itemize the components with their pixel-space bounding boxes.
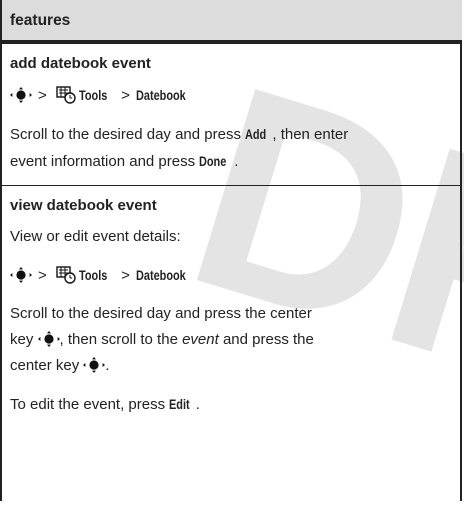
path-separator: > <box>38 267 47 284</box>
text-run: and press the <box>218 331 314 348</box>
text-run: . <box>105 357 110 374</box>
edit-instruction: To edit the event, press Edit. <box>10 391 454 418</box>
key-label-edit: Edit <box>169 396 190 412</box>
text-run: , then enter <box>272 126 349 143</box>
text-run: event information and press <box>10 153 200 170</box>
section-add-datebook-event: add datebook event > Tools > Datebook Scro… <box>2 44 462 185</box>
section-title: view datebook event <box>10 197 157 214</box>
emphasis-event: event <box>182 331 219 348</box>
path-tools: Tools <box>78 267 108 283</box>
path-separator: > <box>121 87 130 104</box>
path-datebook: Datebook <box>135 267 186 283</box>
text-run: . <box>234 153 239 170</box>
tools-icon <box>56 86 76 104</box>
instruction-text: Scroll to the desired day and press the … <box>10 301 454 379</box>
table-header: features <box>2 0 462 44</box>
nav-key-icon <box>10 266 32 283</box>
nav-key-icon <box>83 356 106 373</box>
text-run: Scroll to the desired day and press the … <box>10 305 312 322</box>
path-separator: > <box>121 267 130 284</box>
text-run: . <box>195 396 200 413</box>
text-run: key <box>10 331 38 348</box>
section-title: add datebook event <box>10 55 151 72</box>
menu-path: > Tools > Datebook <box>10 262 454 289</box>
section-view-datebook-event: view datebook event View or edit event d… <box>2 185 462 418</box>
nav-key-icon <box>37 330 60 347</box>
features-table: features add datebook event > Tools > Date… <box>2 0 462 418</box>
intro-text: View or edit event details: <box>10 228 181 245</box>
nav-key-icon <box>10 86 32 103</box>
instruction-text: Scroll to the desired day and press Add,… <box>10 121 454 175</box>
tools-icon <box>56 266 76 284</box>
text-run: Scroll to the desired day and press <box>10 126 246 143</box>
text-run: center key <box>10 357 84 374</box>
path-tools: Tools <box>78 87 108 103</box>
text-run: To edit the event, press <box>10 396 170 413</box>
path-separator: > <box>38 87 47 104</box>
text-run: , then scroll to the <box>59 331 183 348</box>
key-label-done: Done <box>199 153 227 169</box>
path-datebook: Datebook <box>135 87 186 103</box>
key-label-add: Add <box>245 126 267 142</box>
menu-path: > Tools > Datebook <box>10 82 454 109</box>
